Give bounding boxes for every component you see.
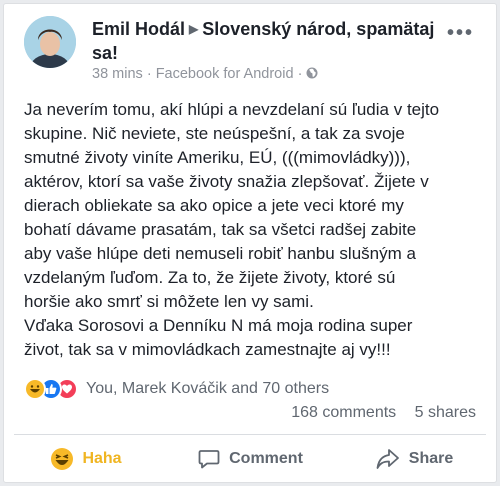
arrow-right-icon: ▶	[189, 22, 199, 36]
meta-separator: ·	[146, 66, 152, 82]
post-line: Vďaka Sorosovi a Denníku N má moja rodin…	[24, 316, 413, 335]
post-line: vzdelaným ľuďom. Za to, že žijete životy…	[24, 268, 396, 287]
haha-icon	[51, 448, 74, 470]
share-icon	[376, 449, 399, 469]
post-line: skupine. Nič neviete, ste neúspešní, a t…	[24, 124, 405, 143]
comments-count[interactable]: 168 comments	[291, 404, 396, 421]
comment-button[interactable]: Comment	[168, 440, 332, 478]
post-line: aby vaše hlúpe deti nemuseli robiť hanbu…	[24, 244, 416, 263]
shares-count[interactable]: 5 shares	[415, 404, 476, 421]
share-label: Share	[408, 450, 454, 467]
engagement-counts: 168 comments 5 shares	[291, 404, 476, 422]
post-body: Ja neverím tomu, akí hlúpi a nevzdelaní …	[24, 98, 486, 362]
post-time[interactable]: 38 mins	[92, 66, 143, 82]
post-meta: 38 mins · Facebook for Android ·	[92, 66, 318, 82]
post-line: horšie ako smrť si môžete len vy sami.	[24, 292, 314, 311]
comment-label: Comment	[229, 450, 303, 467]
post-line: dierach obliekate sa ako opice a jete ve…	[24, 196, 404, 215]
post-header: Emil Hodál ▶ Slovenský národ, spamätaj sa!	[92, 17, 442, 65]
haha-icon	[24, 378, 46, 400]
post-line: život, tak sa v mimovládkach zamestnajte…	[24, 340, 391, 359]
haha-label: Haha	[82, 450, 122, 467]
meta-separator-2: ·	[297, 66, 303, 82]
haha-button[interactable]: Haha	[4, 440, 168, 478]
post-source: Facebook for Android	[155, 66, 294, 82]
more-options-icon[interactable]: •••	[447, 22, 474, 45]
post-line: smutné životy viníte Ameriku, EÚ, (((mim…	[24, 148, 411, 167]
post-line: aktérov, ktorí sa vaše životy snažia zle…	[24, 172, 429, 191]
globe-icon	[306, 67, 318, 79]
share-button[interactable]: Share	[332, 440, 496, 478]
post-line: bohatí dávame prasatám, tak sa všetci ra…	[24, 220, 417, 239]
post-line: Ja neverím tomu, akí hlúpi a nevzdelaní …	[24, 100, 440, 119]
avatar[interactable]	[24, 16, 76, 68]
post-card: Emil Hodál ▶ Slovenský národ, spamätaj sa!…	[3, 3, 497, 483]
divider	[14, 434, 486, 435]
reaction-summary[interactable]: You, Marek Kováčik and 70 others	[24, 376, 329, 402]
action-bar: Haha Comment Share	[4, 440, 496, 478]
reaction-names[interactable]: You, Marek Kováčik and 70 others	[86, 380, 329, 398]
comment-icon	[198, 450, 220, 469]
author-name[interactable]: Emil Hodál	[92, 19, 185, 39]
